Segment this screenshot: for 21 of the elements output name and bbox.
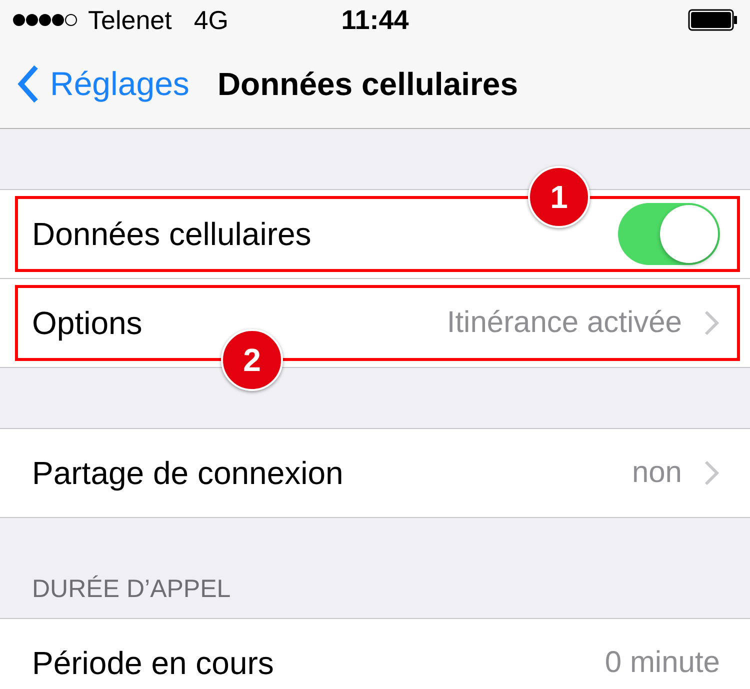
toggle-switch[interactable] <box>618 203 720 265</box>
battery-icon <box>688 9 738 31</box>
section-header: DURÉE D’APPEL <box>32 575 231 604</box>
row-label: Options <box>32 304 144 342</box>
signal-icon <box>12 13 78 27</box>
row-label: Partage de connexion <box>32 454 344 492</box>
network-type: 4G <box>194 4 229 36</box>
clock-time: 11:44 <box>341 4 409 36</box>
callout-number: 1 <box>528 166 590 228</box>
row-label: Période en cours <box>32 644 275 682</box>
back-button[interactable]: Réglages <box>16 64 190 104</box>
row-value: 0 minute <box>604 646 720 680</box>
chevron-icon <box>704 460 720 486</box>
row-label: Données cellulaires <box>32 216 312 252</box>
callout-number: 2 <box>221 329 283 391</box>
back-chevron-icon <box>16 64 40 104</box>
row-value: non <box>632 456 682 490</box>
row-value: Itinérance activée <box>446 306 682 340</box>
carrier-name: Telenet <box>88 4 172 36</box>
chevron-icon <box>704 310 720 336</box>
page-title: Données cellulaires <box>217 66 518 102</box>
